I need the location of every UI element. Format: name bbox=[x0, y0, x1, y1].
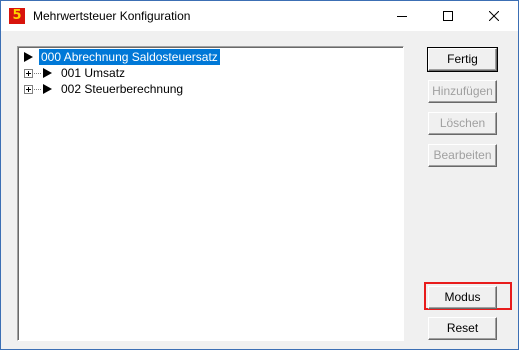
tree-item-label[interactable]: 000 Abrechnung Saldosteuersatz bbox=[38, 48, 221, 66]
expand-plus-icon[interactable] bbox=[24, 69, 33, 78]
minimize-button[interactable] bbox=[379, 1, 425, 31]
close-button[interactable] bbox=[471, 1, 517, 31]
play-icon bbox=[43, 84, 52, 94]
tree-item-label[interactable]: 002 Steuerberechnung bbox=[59, 81, 185, 97]
title-bar[interactable]: 5 Mehrwertsteuer Konfiguration bbox=[1, 1, 518, 31]
play-icon bbox=[24, 52, 33, 62]
window-title: Mehrwertsteuer Konfiguration bbox=[33, 9, 191, 23]
vat-tree-view[interactable]: 000 Abrechnung Saldosteuersatz 001 Umsat… bbox=[17, 46, 404, 341]
fertig-button[interactable]: Fertig bbox=[427, 47, 498, 72]
hinzufuegen-button[interactable]: Hinzufügen bbox=[428, 80, 497, 103]
minimize-icon bbox=[397, 16, 407, 17]
maximize-icon bbox=[443, 11, 453, 21]
tree-connector bbox=[34, 73, 41, 74]
expand-plus-icon[interactable] bbox=[24, 85, 33, 94]
close-icon bbox=[489, 11, 499, 21]
app-icon[interactable]: 5 bbox=[9, 8, 25, 24]
reset-button[interactable]: Reset bbox=[428, 317, 497, 340]
dialog-window: 5 Mehrwertsteuer Konfiguration 000 Abrec… bbox=[0, 0, 519, 350]
modus-button[interactable]: Modus bbox=[428, 286, 497, 309]
play-icon bbox=[43, 68, 52, 78]
bearbeiten-button[interactable]: Bearbeiten bbox=[428, 144, 497, 167]
tree-connector bbox=[34, 89, 41, 90]
tree-item-label[interactable]: 001 Umsatz bbox=[59, 65, 127, 81]
loeschen-button[interactable]: Löschen bbox=[428, 112, 497, 135]
maximize-button[interactable] bbox=[425, 1, 471, 31]
dialog-body: 000 Abrechnung Saldosteuersatz 001 Umsat… bbox=[1, 31, 518, 349]
